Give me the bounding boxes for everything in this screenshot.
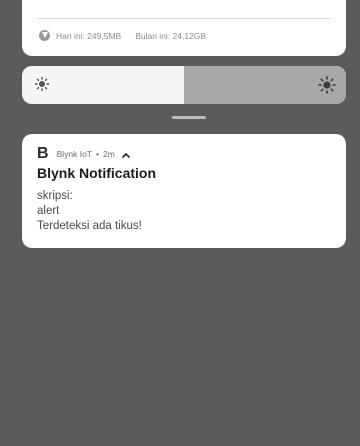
notification-time: 2m <box>102 149 115 159</box>
blynk-logo-icon: B <box>37 145 49 162</box>
notification-line: skripsi: <box>37 190 73 202</box>
mobile-data-icon <box>39 30 50 41</box>
panel-drag-handle[interactable] <box>172 116 206 119</box>
data-usage-card[interactable]: Hari ini: 249,5MB Bulan ini: 24,12GB <box>22 0 346 56</box>
chevron-up-icon[interactable] <box>121 145 130 163</box>
notification-card[interactable]: B Blynk IoT • 2m Blynk Notification skri… <box>22 134 346 248</box>
brightness-high-icon <box>318 76 336 99</box>
data-usage-row: Hari ini: 249,5MB Bulan ini: 24,12GB <box>39 30 206 41</box>
divider <box>38 18 330 19</box>
meta-separator: • <box>96 149 99 159</box>
notification-title: Blynk Notification <box>37 165 157 181</box>
data-usage-today: Hari ini: 249,5MB <box>56 30 122 41</box>
app-name: Blynk IoT <box>56 149 92 159</box>
notification-line: Terdeteksi ada tikus! <box>37 220 142 232</box>
data-usage-month: Bulan ini: 24,12GB <box>135 30 207 41</box>
brightness-low-icon <box>34 76 50 97</box>
notification-line: alert <box>37 205 60 217</box>
notification-header: B Blynk IoT • 2m <box>37 145 130 163</box>
brightness-slider[interactable] <box>22 66 346 104</box>
